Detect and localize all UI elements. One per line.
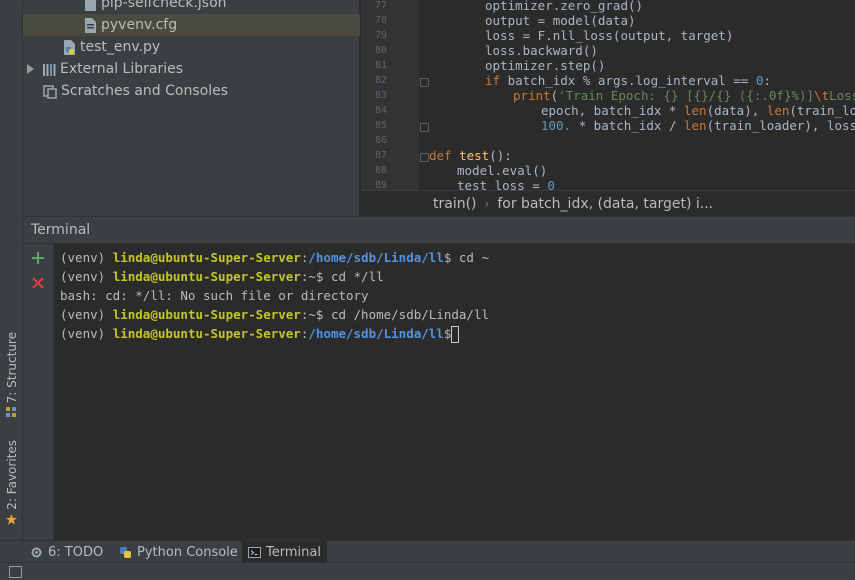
code-line: output = model(data) bbox=[485, 13, 636, 28]
tree-item-pip-selfcheck[interactable]: pip-selfcheck.json bbox=[83, 0, 227, 14]
tool-windows-toggle-icon[interactable] bbox=[9, 566, 22, 578]
tree-item-label: External Libraries bbox=[60, 61, 183, 77]
breadcrumb-item[interactable]: for batch_idx, (data, target) i... bbox=[497, 196, 713, 212]
library-icon bbox=[43, 63, 56, 76]
code-line: optimizer.zero_grad() bbox=[485, 0, 644, 13]
status-bar bbox=[0, 562, 855, 580]
terminal-path: /home/sdb/Linda/ll bbox=[308, 326, 444, 341]
line-number: 78 bbox=[374, 15, 387, 26]
code-line: epoch, batch_idx * len(data), len(train_… bbox=[541, 103, 855, 118]
line-number: 84 bbox=[374, 105, 387, 116]
plus-icon bbox=[32, 252, 44, 264]
fold-marker-icon[interactable] bbox=[420, 123, 429, 132]
code-line: loss.backward() bbox=[485, 43, 598, 58]
breadcrumb: train() › for batch_idx, (data, target) … bbox=[361, 190, 855, 216]
tree-item-label: Scratches and Consoles bbox=[61, 83, 228, 99]
json-file-icon bbox=[85, 0, 96, 11]
tab-todo[interactable]: 6: TODO bbox=[24, 541, 109, 563]
line-number: 87 bbox=[374, 150, 387, 161]
close-session-button[interactable] bbox=[30, 276, 46, 292]
favorites-tab-label: 2: Favorites bbox=[4, 440, 19, 510]
tree-item-label: pip-selfcheck.json bbox=[101, 0, 227, 11]
expand-arrow-icon[interactable] bbox=[27, 64, 34, 74]
code-line: model.eval() bbox=[457, 163, 548, 178]
code-line: def test(): bbox=[429, 148, 512, 163]
terminal-path: /home/sdb/Linda/ll bbox=[308, 250, 444, 265]
line-number: 80 bbox=[374, 45, 387, 56]
code-editor[interactable]: 77 78 79 80 81 82 83 84 85 86 87 88 89 o… bbox=[361, 0, 855, 216]
line-number: 88 bbox=[374, 165, 387, 176]
terminal-user: linda@ubuntu-Super-Server bbox=[112, 250, 301, 265]
bottom-tool-tabs: 6: TODO Python Console Terminal bbox=[0, 540, 855, 563]
terminal-cursor bbox=[451, 326, 460, 343]
terminal-line: (venv) linda@ubuntu-Super-Server:~$ cd *… bbox=[60, 269, 384, 284]
line-number: 86 bbox=[374, 135, 387, 146]
terminal-line: (venv) linda@ubuntu-Super-Server:/home/s… bbox=[60, 250, 489, 265]
terminal-user: linda@ubuntu-Super-Server bbox=[112, 326, 301, 341]
left-tool-strip: 7: Structure 2: Favorites bbox=[0, 0, 23, 540]
star-icon bbox=[6, 513, 17, 525]
tree-item-external-libraries[interactable]: External Libraries bbox=[27, 58, 183, 80]
project-tree-panel: pip-selfcheck.json pyvenv.cfg test_env.p… bbox=[23, 0, 360, 216]
code-line: optimizer.step() bbox=[485, 58, 606, 73]
code-line: loss = F.nll_loss(output, target) bbox=[485, 28, 734, 43]
close-icon bbox=[32, 277, 44, 289]
structure-icon bbox=[6, 407, 16, 418]
code-line: print('Train Epoch: {} [{}/{} ({:.0f}%)]… bbox=[513, 88, 855, 103]
tree-item-pyvenv-cfg[interactable]: pyvenv.cfg bbox=[23, 14, 360, 36]
line-number: 77 bbox=[374, 0, 387, 11]
tab-label: Python Console bbox=[137, 544, 238, 560]
code-line: if batch_idx % args.log_interval == 0: bbox=[485, 73, 771, 88]
line-number: 85 bbox=[374, 120, 387, 131]
config-file-icon bbox=[85, 17, 96, 33]
tab-python-console[interactable]: Python Console bbox=[113, 541, 244, 563]
fold-marker-icon[interactable] bbox=[420, 78, 429, 87]
python-console-icon bbox=[120, 546, 131, 558]
terminal-title: Terminal bbox=[31, 222, 91, 238]
structure-tab-label: 7: Structure bbox=[4, 332, 19, 404]
code-line: 100. * batch_idx / len(train_loader), lo… bbox=[541, 118, 855, 133]
new-session-button[interactable] bbox=[30, 251, 46, 267]
terminal-output[interactable]: (venv) linda@ubuntu-Super-Server:/home/s… bbox=[54, 244, 855, 540]
scratches-icon bbox=[43, 84, 57, 99]
line-number: 79 bbox=[374, 30, 387, 41]
line-number: 83 bbox=[374, 90, 387, 101]
todo-icon bbox=[31, 547, 42, 557]
line-number: 82 bbox=[374, 75, 387, 86]
terminal-header: Terminal bbox=[23, 216, 855, 244]
tree-item-label: test_env.py bbox=[80, 39, 161, 55]
terminal-icon bbox=[248, 546, 261, 558]
tree-item-scratches[interactable]: Scratches and Consoles bbox=[43, 80, 228, 102]
tab-terminal[interactable]: Terminal bbox=[242, 541, 327, 563]
tab-label: 6: TODO bbox=[48, 544, 104, 560]
python-file-icon bbox=[64, 39, 75, 55]
terminal-user: linda@ubuntu-Super-Server bbox=[112, 307, 301, 322]
terminal-toolbar bbox=[23, 244, 54, 540]
terminal-line: (venv) linda@ubuntu-Super-Server:~$ cd /… bbox=[60, 307, 489, 322]
terminal-line: bash: cd: */ll: No such file or director… bbox=[60, 288, 369, 303]
tab-label: Terminal bbox=[266, 544, 321, 560]
fold-marker-icon[interactable] bbox=[420, 153, 429, 162]
tree-item-label: pyvenv.cfg bbox=[101, 17, 178, 33]
terminal-line: (venv) linda@ubuntu-Super-Server:/home/s… bbox=[60, 324, 855, 343]
terminal-user: linda@ubuntu-Super-Server bbox=[112, 269, 301, 284]
line-number: 81 bbox=[374, 60, 387, 71]
structure-tool-tab[interactable]: 7: Structure bbox=[0, 332, 23, 418]
breadcrumb-separator-icon: › bbox=[484, 196, 490, 211]
favorites-tool-tab[interactable]: 2: Favorites bbox=[0, 440, 23, 525]
breadcrumb-item[interactable]: train() bbox=[433, 196, 477, 212]
tree-item-test-env[interactable]: test_env.py bbox=[62, 36, 160, 58]
